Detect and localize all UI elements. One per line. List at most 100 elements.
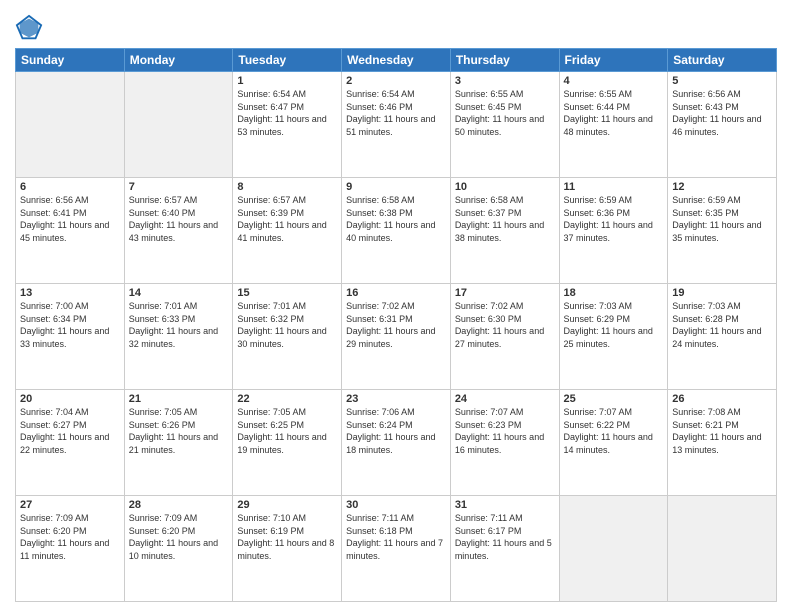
calendar-week-3: 20Sunrise: 7:04 AM Sunset: 6:27 PM Dayli… — [16, 390, 777, 496]
calendar-cell: 19Sunrise: 7:03 AM Sunset: 6:28 PM Dayli… — [668, 284, 777, 390]
day-header-wednesday: Wednesday — [342, 49, 451, 72]
day-info: Sunrise: 7:04 AM Sunset: 6:27 PM Dayligh… — [20, 406, 120, 456]
calendar-cell: 26Sunrise: 7:08 AM Sunset: 6:21 PM Dayli… — [668, 390, 777, 496]
day-number: 16 — [346, 287, 446, 299]
calendar-cell: 24Sunrise: 7:07 AM Sunset: 6:23 PM Dayli… — [450, 390, 559, 496]
calendar-cell: 10Sunrise: 6:58 AM Sunset: 6:37 PM Dayli… — [450, 178, 559, 284]
calendar-week-2: 13Sunrise: 7:00 AM Sunset: 6:34 PM Dayli… — [16, 284, 777, 390]
day-info: Sunrise: 7:11 AM Sunset: 6:17 PM Dayligh… — [455, 512, 555, 562]
day-info: Sunrise: 7:05 AM Sunset: 6:26 PM Dayligh… — [129, 406, 229, 456]
calendar-table: SundayMondayTuesdayWednesdayThursdayFrid… — [15, 48, 777, 602]
calendar-cell: 17Sunrise: 7:02 AM Sunset: 6:30 PM Dayli… — [450, 284, 559, 390]
day-info: Sunrise: 6:55 AM Sunset: 6:45 PM Dayligh… — [455, 88, 555, 138]
day-number: 18 — [564, 287, 664, 299]
calendar-cell — [124, 72, 233, 178]
day-info: Sunrise: 7:09 AM Sunset: 6:20 PM Dayligh… — [129, 512, 229, 562]
calendar-cell: 15Sunrise: 7:01 AM Sunset: 6:32 PM Dayli… — [233, 284, 342, 390]
logo — [15, 14, 45, 42]
logo-icon — [15, 14, 43, 42]
day-info: Sunrise: 7:02 AM Sunset: 6:31 PM Dayligh… — [346, 300, 446, 350]
day-info: Sunrise: 6:59 AM Sunset: 6:36 PM Dayligh… — [564, 194, 664, 244]
day-number: 10 — [455, 181, 555, 193]
calendar-body: 1Sunrise: 6:54 AM Sunset: 6:47 PM Daylig… — [16, 72, 777, 602]
day-header-thursday: Thursday — [450, 49, 559, 72]
day-info: Sunrise: 6:54 AM Sunset: 6:46 PM Dayligh… — [346, 88, 446, 138]
calendar-cell: 14Sunrise: 7:01 AM Sunset: 6:33 PM Dayli… — [124, 284, 233, 390]
day-header-tuesday: Tuesday — [233, 49, 342, 72]
day-info: Sunrise: 7:05 AM Sunset: 6:25 PM Dayligh… — [237, 406, 337, 456]
calendar-cell: 18Sunrise: 7:03 AM Sunset: 6:29 PM Dayli… — [559, 284, 668, 390]
day-number: 28 — [129, 499, 229, 511]
day-number: 21 — [129, 393, 229, 405]
day-info: Sunrise: 6:58 AM Sunset: 6:38 PM Dayligh… — [346, 194, 446, 244]
day-number: 29 — [237, 499, 337, 511]
day-header-sunday: Sunday — [16, 49, 125, 72]
calendar-cell: 21Sunrise: 7:05 AM Sunset: 6:26 PM Dayli… — [124, 390, 233, 496]
day-number: 11 — [564, 181, 664, 193]
calendar-cell: 12Sunrise: 6:59 AM Sunset: 6:35 PM Dayli… — [668, 178, 777, 284]
day-number: 4 — [564, 75, 664, 87]
day-number: 26 — [672, 393, 772, 405]
day-number: 19 — [672, 287, 772, 299]
calendar-week-1: 6Sunrise: 6:56 AM Sunset: 6:41 PM Daylig… — [16, 178, 777, 284]
day-info: Sunrise: 6:59 AM Sunset: 6:35 PM Dayligh… — [672, 194, 772, 244]
day-info: Sunrise: 6:56 AM Sunset: 6:41 PM Dayligh… — [20, 194, 120, 244]
calendar-cell: 3Sunrise: 6:55 AM Sunset: 6:45 PM Daylig… — [450, 72, 559, 178]
day-info: Sunrise: 6:58 AM Sunset: 6:37 PM Dayligh… — [455, 194, 555, 244]
calendar-cell: 7Sunrise: 6:57 AM Sunset: 6:40 PM Daylig… — [124, 178, 233, 284]
day-number: 24 — [455, 393, 555, 405]
calendar-week-0: 1Sunrise: 6:54 AM Sunset: 6:47 PM Daylig… — [16, 72, 777, 178]
calendar-cell: 29Sunrise: 7:10 AM Sunset: 6:19 PM Dayli… — [233, 496, 342, 602]
calendar-cell: 30Sunrise: 7:11 AM Sunset: 6:18 PM Dayli… — [342, 496, 451, 602]
calendar-week-4: 27 Sunrise: 7:09 AM Sunset: 6:20 PM Dayli… — [16, 496, 777, 602]
day-number: 13 — [20, 287, 120, 299]
calendar-cell — [668, 496, 777, 602]
calendar-cell: 5Sunrise: 6:56 AM Sunset: 6:43 PM Daylig… — [668, 72, 777, 178]
calendar-cell: 25Sunrise: 7:07 AM Sunset: 6:22 PM Dayli… — [559, 390, 668, 496]
day-number: 30 — [346, 499, 446, 511]
day-info: Sunrise: 7:03 AM Sunset: 6:28 PM Dayligh… — [672, 300, 772, 350]
calendar-header: SundayMondayTuesdayWednesdayThursdayFrid… — [16, 49, 777, 72]
day-info: Sunrise: 7:00 AM Sunset: 6:34 PM Dayligh… — [20, 300, 120, 350]
calendar-cell: 6Sunrise: 6:56 AM Sunset: 6:41 PM Daylig… — [16, 178, 125, 284]
calendar-cell: 9Sunrise: 6:58 AM Sunset: 6:38 PM Daylig… — [342, 178, 451, 284]
day-info: Sunrise: 6:56 AM Sunset: 6:43 PM Dayligh… — [672, 88, 772, 138]
day-info: Sunrise: 6:57 AM Sunset: 6:39 PM Dayligh… — [237, 194, 337, 244]
calendar-cell: 23Sunrise: 7:06 AM Sunset: 6:24 PM Dayli… — [342, 390, 451, 496]
calendar-cell: 16Sunrise: 7:02 AM Sunset: 6:31 PM Dayli… — [342, 284, 451, 390]
day-number: 15 — [237, 287, 337, 299]
page: SundayMondayTuesdayWednesdayThursdayFrid… — [0, 0, 792, 612]
calendar-cell: 27Sunrise: 7:09 AM Sunset: 6:20 PM Dayli… — [16, 496, 125, 602]
day-number: 7 — [129, 181, 229, 193]
calendar-cell: 22Sunrise: 7:05 AM Sunset: 6:25 PM Dayli… — [233, 390, 342, 496]
day-number: 31 — [455, 499, 555, 511]
day-header-monday: Monday — [124, 49, 233, 72]
day-info: Sunrise: 7:08 AM Sunset: 6:21 PM Dayligh… — [672, 406, 772, 456]
day-info: Sunrise: 7:11 AM Sunset: 6:18 PM Dayligh… — [346, 512, 446, 562]
day-info: Sunrise: 7:10 AM Sunset: 6:19 PM Dayligh… — [237, 512, 337, 562]
calendar-cell: 8Sunrise: 6:57 AM Sunset: 6:39 PM Daylig… — [233, 178, 342, 284]
calendar-cell: 20Sunrise: 7:04 AM Sunset: 6:27 PM Dayli… — [16, 390, 125, 496]
day-number: 17 — [455, 287, 555, 299]
day-info: Sunrise: 7:03 AM Sunset: 6:29 PM Dayligh… — [564, 300, 664, 350]
calendar-cell — [559, 496, 668, 602]
day-info: Sunrise: 7:02 AM Sunset: 6:30 PM Dayligh… — [455, 300, 555, 350]
day-number: 9 — [346, 181, 446, 193]
day-info: Sunrise: 6:55 AM Sunset: 6:44 PM Dayligh… — [564, 88, 664, 138]
day-info: Sunrise: 6:57 AM Sunset: 6:40 PM Dayligh… — [129, 194, 229, 244]
day-number: 27 — [20, 499, 120, 511]
day-number: 6 — [20, 181, 120, 193]
day-header-friday: Friday — [559, 49, 668, 72]
calendar-cell: 1Sunrise: 6:54 AM Sunset: 6:47 PM Daylig… — [233, 72, 342, 178]
calendar-cell: 2Sunrise: 6:54 AM Sunset: 6:46 PM Daylig… — [342, 72, 451, 178]
day-info: Sunrise: 7:07 AM Sunset: 6:23 PM Dayligh… — [455, 406, 555, 456]
day-number: 3 — [455, 75, 555, 87]
day-info: Sunrise: 7:07 AM Sunset: 6:22 PM Dayligh… — [564, 406, 664, 456]
day-number: 12 — [672, 181, 772, 193]
day-number: 5 — [672, 75, 772, 87]
calendar-cell — [16, 72, 125, 178]
day-number: 23 — [346, 393, 446, 405]
calendar-cell: 11Sunrise: 6:59 AM Sunset: 6:36 PM Dayli… — [559, 178, 668, 284]
day-header-saturday: Saturday — [668, 49, 777, 72]
day-info: Sunrise: 7:01 AM Sunset: 6:33 PM Dayligh… — [129, 300, 229, 350]
